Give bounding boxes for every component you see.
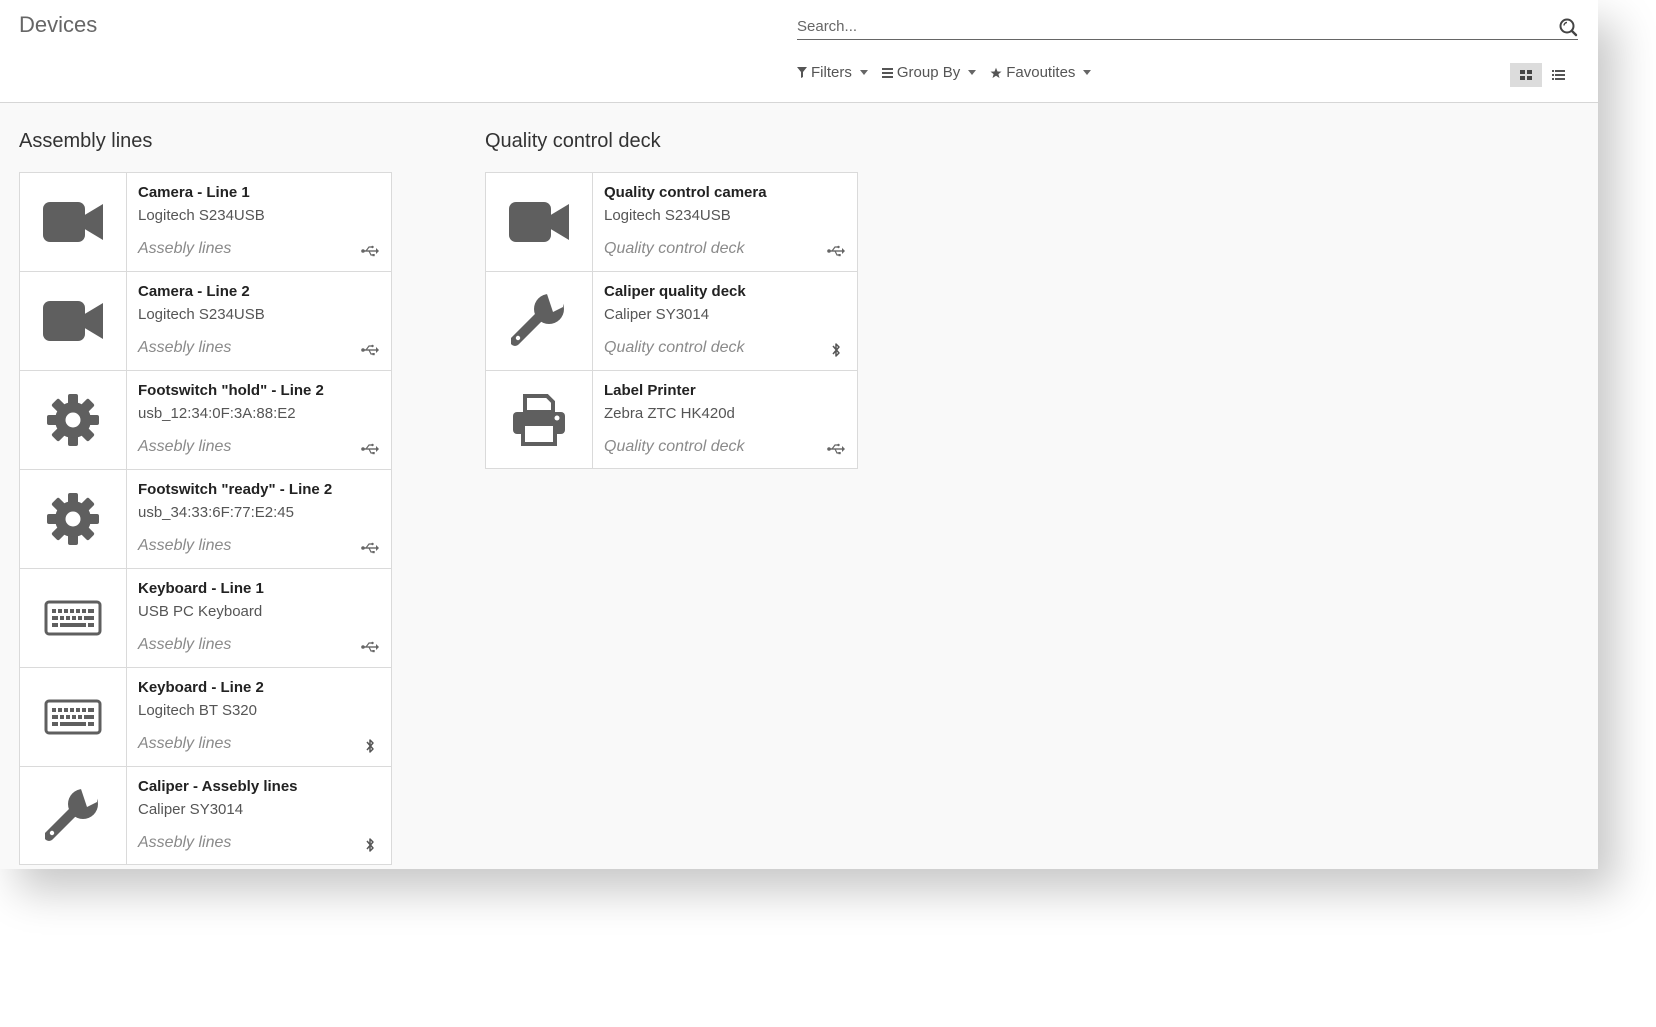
device-model: Caliper SY3014 [604,306,710,323]
grid-icon [1520,70,1532,80]
device-location: Assebly lines [138,240,232,257]
kanban-column-assembly-lines: Camera - Line 1 Logitech S234USB Assebly… [19,172,392,865]
device-model: Caliper SY3014 [138,801,244,818]
device-card[interactable]: Footswitch "hold" - Line 2 usb_12:34:0F:… [19,370,392,469]
device-location: Quality control deck [604,438,745,455]
device-model: Logitech S234USB [604,207,731,224]
keyboard-icon [44,699,102,735]
camera-icon [43,301,103,341]
chevron-down-icon [859,70,868,75]
group-title-assembly-lines: Assembly lines [19,130,153,152]
kanban-column-quality-control-deck: Quality control camera Logitech S234USB … [485,172,858,469]
list-icon [1551,70,1565,80]
gear-icon [47,394,99,446]
device-location: Assebly lines [138,339,232,356]
wrench-icon [511,294,564,346]
camera-icon [43,202,103,242]
favourites-button[interactable]: Favoutites [990,64,1092,81]
search-options: Filters Group By Favoutites [797,64,1092,81]
view-switcher [1510,63,1574,87]
keyboard-icon [44,600,102,636]
device-card[interactable]: Camera - Line 1 Logitech S234USB Assebly… [19,172,392,271]
device-name: Keyboard - Line 1 [138,580,264,597]
device-location: Assebly lines [138,735,232,752]
kanban-view-button[interactable] [1510,63,1542,87]
wrench-icon [45,788,98,841]
group-by-button[interactable]: Group By [881,64,977,81]
group-by-label: Group By [896,64,961,81]
list-view-button[interactable] [1542,63,1574,87]
usb-icon [827,245,845,257]
search-icon[interactable] [1558,17,1578,37]
device-name: Camera - Line 2 [138,283,250,300]
filters-label: Filters [811,64,852,81]
devices-window: Devices Filters Group By Favout [0,0,1598,869]
device-name: Footswitch "ready" - Line 2 [138,481,333,498]
filters-button[interactable]: Filters [797,64,868,81]
usb-icon [361,542,379,554]
usb-icon [361,344,379,356]
device-card[interactable]: Quality control camera Logitech S234USB … [485,172,858,271]
printer-icon [513,393,565,446]
camera-icon [509,202,569,242]
device-name: Caliper - Assebly lines [138,778,298,795]
usb-icon [361,443,379,455]
device-name: Camera - Line 1 [138,184,250,201]
search-bar[interactable] [797,14,1578,40]
bluetooth-icon [366,838,374,852]
bluetooth-icon [366,739,374,753]
device-card[interactable]: Caliper quality deck Caliper SY3014 Qual… [485,271,858,370]
device-card[interactable]: Camera - Line 2 Logitech S234USB Assebly… [19,271,392,370]
device-card[interactable]: Keyboard - Line 2 Logitech BT S320 Asseb… [19,667,392,766]
gear-icon [47,493,99,545]
device-model: Logitech BT S320 [138,702,257,719]
device-model: USB PC Keyboard [138,603,263,620]
device-location: Assebly lines [138,636,232,653]
filter-icon [797,67,807,78]
favourites-label: Favoutites [1006,64,1076,81]
device-model: Logitech S234USB [138,306,265,323]
device-location: Quality control deck [604,339,745,356]
device-card[interactable]: Caliper - Assebly lines Caliper SY3014 A… [19,766,392,865]
device-name: Keyboard - Line 2 [138,679,264,696]
group-title-quality-control-deck: Quality control deck [485,130,661,152]
device-model: usb_34:33:6F:77:E2:45 [138,504,294,521]
device-location: Assebly lines [138,438,232,455]
device-card[interactable]: Keyboard - Line 1 USB PC Keyboard Assebl… [19,568,392,667]
device-name: Footswitch "hold" - Line 2 [138,382,324,399]
device-card[interactable]: Label Printer Zebra ZTC HK420d Quality c… [485,370,858,469]
device-model: Zebra ZTC HK420d [604,405,735,422]
device-card[interactable]: Footswitch "ready" - Line 2 usb_34:33:6F… [19,469,392,568]
chevron-down-icon [968,70,977,75]
device-name: Quality control camera [604,184,767,201]
control-panel: Devices Filters Group By Favout [0,0,1598,103]
device-location: Quality control deck [604,240,745,257]
device-location: Assebly lines [138,537,232,554]
usb-icon [361,245,379,257]
star-icon [990,67,1002,78]
device-model: Logitech S234USB [138,207,265,224]
search-input[interactable] [797,14,1537,38]
usb-icon [827,443,845,455]
chevron-down-icon [1083,70,1092,75]
bars-icon [881,67,893,78]
device-location: Assebly lines [138,834,232,851]
device-name: Caliper quality deck [604,283,746,300]
device-name: Label Printer [604,382,696,399]
device-model: usb_12:34:0F:3A:88:E2 [138,405,296,422]
usb-icon [361,641,379,653]
bluetooth-icon [832,343,840,357]
page-title: Devices [19,12,98,37]
